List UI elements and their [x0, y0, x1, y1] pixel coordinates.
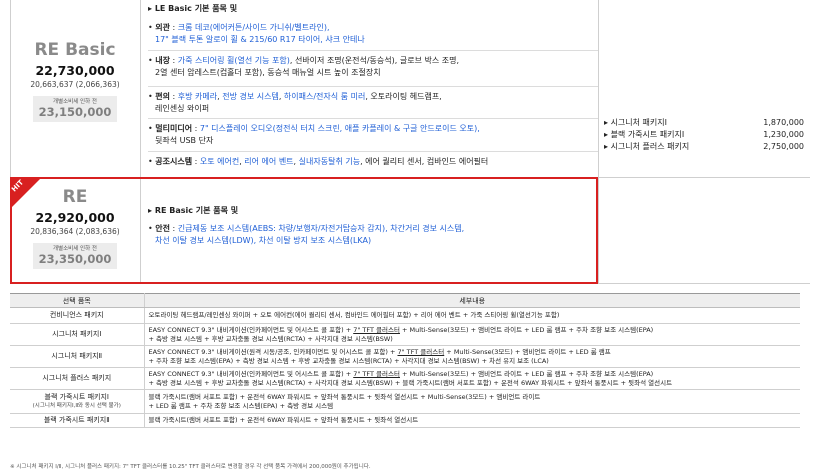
row-divider — [598, 177, 810, 178]
feature-exterior: • 외관 : 크롬 데코(에어커튼/사이드 가니쉬/벨트라인), 17" 블랙 … — [148, 23, 365, 44]
trim-sub-price: 20,663,637 (2,066,363) — [30, 80, 120, 89]
trim-price: 22,730,000 — [35, 63, 115, 78]
column-divider — [140, 0, 141, 177]
feature-safety: • 안전 : 긴급제동 보조 시스템(AEBS: 차량/보행자/자전거탑승자 감… — [148, 224, 465, 245]
trim-discount-box: 개별소비세 인하 전 23,350,000 — [33, 243, 117, 269]
column-divider — [598, 0, 599, 284]
package-item: ▸ 시그니처 플러스 패키지 2,750,000 — [604, 142, 804, 151]
table-row: 시그니처 플러스 패키지 EASY CONNECT 9.3" 내비게이션(인카페… — [10, 367, 800, 390]
trim-re: RE 22,920,000 20,836,364 (2,083,636) 개별소… — [10, 187, 140, 269]
table-row: 블랙 가죽시트 패키지Ⅱ 블랙 가죽시트(램버 서포트 포함) + 운전석 6W… — [10, 413, 800, 428]
feature-header: ▸ RE Basic 기본 품목 및 — [148, 206, 239, 215]
trim-name: RE — [62, 187, 88, 207]
table-row: 컨비니언스 패키지 오토라이팅 헤드램프/레인센싱 와이퍼 + 오토 에어컨(에… — [10, 307, 800, 324]
package-item: ▸ 시그니처 패키지Ⅰ 1,870,000 — [604, 118, 804, 127]
col-header: 세부내용 — [144, 293, 800, 308]
table-row: 시그니처 패키지Ⅱ EASY CONNECT 9.3" 내비게이션(원격 시동/… — [10, 345, 800, 368]
footnote: ※ 시그니처 패키지 Ⅰ/Ⅱ, 시그니처 플러스 패키지: 7" TFT 클러스… — [10, 464, 371, 470]
trim-price: 22,920,000 — [35, 210, 115, 225]
trim-sub-price: 20,836,364 (2,083,636) — [30, 227, 120, 236]
table-row: 시그니처 패키지Ⅰ EASY CONNECT 9.3" 내비게이션(인카페이먼트… — [10, 323, 800, 346]
trim-discount-box: 개별소비세 인하 전 23,150,000 — [33, 96, 117, 122]
discount-price: 23,350,000 — [38, 252, 112, 266]
package-price-list: ▸ 시그니처 패키지Ⅰ 1,870,000 ▸ 블랙 가죽시트 패키지Ⅰ 1,230… — [604, 117, 804, 153]
option-table: 선택 품목 세부내용 컨비니언스 패키지 오토라이팅 헤드램프/레인센싱 와이퍼… — [10, 293, 800, 428]
table-row: 블랙 가죽시트 패키지Ⅰ (시그니처 패키지Ⅰ,Ⅱ와 동시 선택 불가) 블랙 가… — [10, 389, 800, 414]
discount-price: 23,150,000 — [38, 105, 112, 119]
trim-re-basic: RE Basic 22,730,000 20,663,637 (2,066,36… — [10, 40, 140, 122]
feature-multimedia: • 멀티미디어 : 7" 디스플레이 오디오(정전식 터치 스크린, 애플 카플… — [148, 118, 598, 147]
feature-header: ▸ LE Basic 기본 품목 및 — [148, 4, 238, 13]
feature-climate: • 공조시스템 : 오토 에어컨, 리어 에어 벤트, 실내자동탈취 기능, 에… — [148, 151, 598, 168]
feature-convenience: • 편의 : 후방 카메라, 전방 경보 시스템, 하이패스/전자식 룸 미러,… — [148, 86, 598, 115]
table-header: 선택 품목 세부내용 — [10, 293, 800, 308]
package-item: ▸ 블랙 가죽시트 패키지Ⅰ 1,230,000 — [604, 130, 804, 139]
trim-name: RE Basic — [34, 40, 116, 60]
feature-interior: • 내장 : 가죽 스티어링 휠(열선 기능 포함), 선바이저 조명(운전석/… — [148, 50, 598, 79]
row-divider — [598, 283, 810, 284]
col-header: 선택 품목 — [10, 293, 145, 308]
